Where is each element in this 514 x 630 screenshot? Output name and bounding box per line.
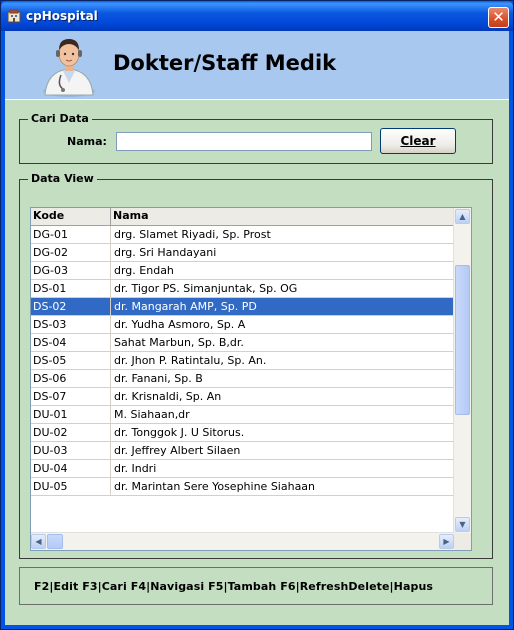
clear-button[interactable]: Clear	[380, 128, 456, 154]
window-title: cpHospital	[26, 9, 98, 23]
horizontal-scroll-thumb[interactable]	[47, 534, 63, 549]
cell-nama: dr. Indri	[114, 462, 157, 475]
cell-kode: DS-05	[31, 352, 111, 369]
cell-kode: DS-07	[31, 388, 111, 405]
shortcut-bar: F2|Edit F3|Cari F4|Navigasi F5|Tambah F6…	[19, 567, 493, 605]
cell-nama: dr. Tigor PS. Simanjuntak, Sp. OG	[114, 282, 298, 295]
cell-kode: DG-02	[31, 244, 111, 261]
cell-kode: DU-02	[31, 424, 111, 441]
cell-nama: drg. Endah	[114, 264, 174, 277]
search-group-label: Cari Data	[28, 112, 92, 125]
cell-kode: DU-04	[31, 460, 111, 477]
cell-nama: dr. Tonggok J. U Sitorus.	[114, 426, 245, 439]
table-row[interactable]: DS-07 dr. Krisnaldi, Sp. An	[31, 388, 455, 406]
scroll-up-icon[interactable]: ▲	[455, 209, 470, 224]
table-row[interactable]: DU-03 dr. Jeffrey Albert Silaen	[31, 442, 455, 460]
cell-kode: DU-03	[31, 442, 111, 459]
table-row[interactable]: DU-02 dr. Tonggok J. U Sitorus.	[31, 424, 455, 442]
hospital-app-icon	[7, 9, 21, 23]
cell-kode: DG-03	[31, 262, 111, 279]
column-header-kode[interactable]: Kode	[31, 208, 111, 225]
cell-nama: drg. Slamet Riyadi, Sp. Prost	[114, 228, 271, 241]
table-row[interactable]: DU-01 M. Siahaan,dr	[31, 406, 455, 424]
cell-nama: Sahat Marbun, Sp. B,dr.	[114, 336, 244, 349]
cell-nama: M. Siahaan,dr	[114, 408, 190, 421]
column-header-nama[interactable]: Nama	[111, 208, 455, 225]
vertical-scrollbar[interactable]: ▲ ▼	[453, 208, 471, 533]
cell-nama: dr. Yudha Asmoro, Sp. A	[114, 318, 246, 331]
client-area: Dokter/Staff Medik Cari Data Nama: Clear…	[5, 31, 509, 625]
page-title: Dokter/Staff Medik	[113, 51, 337, 75]
cell-kode: DU-05	[31, 478, 111, 495]
name-search-input[interactable]	[116, 132, 372, 151]
table-row[interactable]: DS-01 dr. Tigor PS. Simanjuntak, Sp. OG	[31, 280, 455, 298]
clear-button-label: Clear	[400, 134, 436, 148]
scrollbar-corner	[454, 533, 471, 550]
page-header: Dokter/Staff Medik	[5, 31, 509, 100]
data-grid[interactable]: Kode Nama DG-01 drg. Slamet Riyadi, Sp. P…	[30, 207, 472, 551]
cell-kode: DS-01	[31, 280, 111, 297]
close-icon: ✕	[492, 8, 505, 26]
cell-kode: DS-04	[31, 334, 111, 351]
table-row[interactable]: DG-02 drg. Sri Handayani	[31, 244, 455, 262]
cell-nama: drg. Sri Handayani	[114, 246, 217, 259]
cell-kode: DU-01	[31, 406, 111, 423]
table-row[interactable]: DS-03 dr. Yudha Asmoro, Sp. A	[31, 316, 455, 334]
data-view-group: Data View Kode Nama DG-01 drg. Slamet Riy…	[19, 172, 493, 559]
table-row[interactable]: DS-02 dr. Mangarah AMP, Sp. PD	[31, 298, 455, 316]
cell-nama: dr. Jhon P. Ratintalu, Sp. An.	[114, 354, 267, 367]
scroll-right-icon[interactable]: ▶	[439, 534, 454, 549]
table-row[interactable]: DS-05 dr. Jhon P. Ratintalu, Sp. An.	[31, 352, 455, 370]
title-bar[interactable]: cpHospital ✕	[1, 1, 513, 31]
table-row[interactable]: DS-06 dr. Fanani, Sp. B	[31, 370, 455, 388]
shortcut-keys-text: F2|Edit F3|Cari F4|Navigasi F5|Tambah F6…	[34, 580, 434, 593]
close-button[interactable]: ✕	[488, 7, 509, 28]
data-view-group-label: Data View	[28, 172, 97, 185]
app-window: cpHospital ✕ Dokter/Staff Medik Cari Dat…	[0, 0, 514, 630]
table-row[interactable]: DG-01 drg. Slamet Riyadi, Sp. Prost	[31, 226, 455, 244]
cell-nama: dr. Fanani, Sp. B	[114, 372, 203, 385]
name-label: Nama:	[67, 135, 107, 148]
table-row[interactable]: DU-05 dr. Marintan Sere Yosephine Siahaan	[31, 478, 455, 496]
cell-nama: dr. Krisnaldi, Sp. An	[114, 390, 222, 403]
cell-nama: dr. Jeffrey Albert Silaen	[114, 444, 241, 457]
grid-header: Kode Nama	[31, 208, 455, 226]
table-row[interactable]: DU-04 dr. Indri	[31, 460, 455, 478]
cell-kode: DG-01	[31, 226, 111, 243]
cell-kode: DS-03	[31, 316, 111, 333]
scroll-left-icon[interactable]: ◀	[31, 534, 46, 549]
cell-kode: DS-06	[31, 370, 111, 387]
horizontal-scrollbar[interactable]: ◀ ▶	[31, 532, 455, 550]
search-group: Cari Data Nama: Clear	[19, 112, 493, 164]
cell-nama: dr. Mangarah AMP, Sp. PD	[114, 300, 257, 313]
grid-rows: DG-01 drg. Slamet Riyadi, Sp. Prost DG-02 d…	[31, 226, 455, 496]
scroll-down-icon[interactable]: ▼	[455, 517, 470, 532]
cell-kode: DS-02	[31, 298, 111, 315]
table-row[interactable]: DG-03 drg. Endah	[31, 262, 455, 280]
table-row[interactable]: DS-04 Sahat Marbun, Sp. B,dr.	[31, 334, 455, 352]
doctor-icon	[43, 39, 95, 97]
vertical-scroll-thumb[interactable]	[455, 265, 470, 415]
cell-nama: dr. Marintan Sere Yosephine Siahaan	[114, 480, 316, 493]
